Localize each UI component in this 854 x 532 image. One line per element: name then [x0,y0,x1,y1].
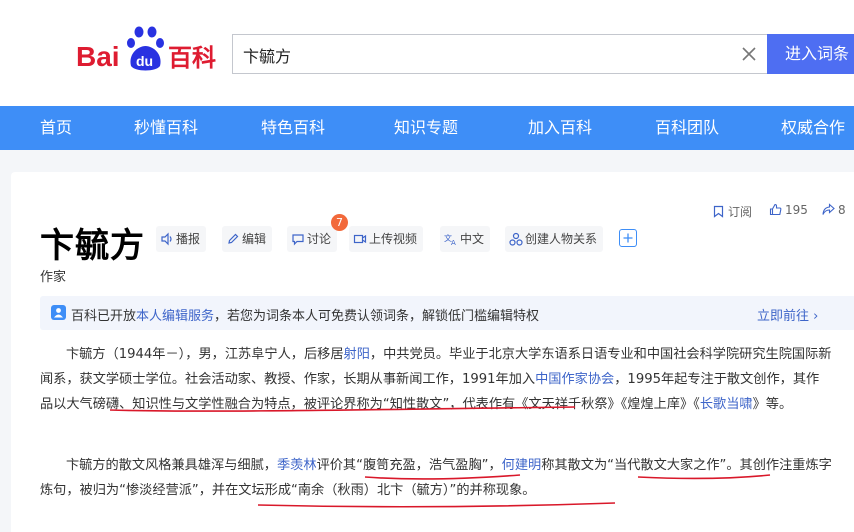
chevron-right-icon: › [809,309,819,324]
nav-item-partners[interactable]: 权威合作 [781,106,845,150]
p2-text-1: 卞毓方的散文风格兼具雄浑与细腻， [66,458,277,473]
self-edit-service-link[interactable]: 本人编辑服务 [136,309,214,324]
notice-bar: 百科已开放本人编辑服务，若您为词条本人可免费认领词条，解锁低门槛编辑特权 立即前… [40,296,854,330]
speaker-icon [161,232,172,246]
clear-icon[interactable] [740,45,758,63]
like-count: 195 [785,203,808,217]
translate-icon-glyph-a: A [451,239,456,246]
entry-subtitle: 作家 [40,270,67,285]
search-box [232,34,768,74]
notice-suffix: ，若您为词条本人可免费认领词条，解锁低门槛编辑特权 [214,309,540,324]
enter-entry-button[interactable]: 进入词条 [767,34,854,74]
nav-item-featured[interactable]: 特色百科 [261,106,325,150]
discuss-label: 讨论 [307,232,332,246]
nav-item-team[interactable]: 百科团队 [655,106,719,150]
broadcast-label: 播报 [176,232,201,246]
nav-item-topics[interactable]: 知识专题 [394,106,458,150]
nav-item-home[interactable]: 首页 [40,106,72,150]
edit-label: 编辑 [242,232,267,246]
subscribe-label: 订阅 [728,205,753,219]
translate-icon: 文A [444,233,456,247]
broadcast-button[interactable]: 播报 [156,226,207,252]
subscribe-button[interactable]: 订阅 [712,203,752,220]
baidu-paw-logo-icon: Bai du 百科 [76,26,216,72]
sheyang-link[interactable]: 射阳 [344,347,370,362]
share-count: 8 [838,203,846,217]
user-badge-icon [51,305,66,320]
share-icon [822,203,835,215]
share-button[interactable]: 8 [822,203,846,217]
baidu-baike-logo[interactable]: Bai du 百科 [76,22,222,76]
create-relation-button[interactable]: 创建人物关系 [505,226,604,252]
upload-video-button[interactable]: 上传视频 [349,226,424,252]
add-button[interactable] [619,229,637,247]
notice-text: 百科已开放本人编辑服务，若您为词条本人可免费认领词条，解锁低门槛编辑特权 [71,305,539,324]
edit-button[interactable]: 编辑 [222,226,273,252]
main-nav: 首页 秒懂百科 特色百科 知识专题 加入百科 百科团队 权威合作 [0,106,854,150]
p1-text-4: 》等。 [752,397,793,412]
discuss-button[interactable]: 讨论 [287,226,338,252]
top-header: Bai du 百科 进入词条 [0,0,854,106]
logo-du-text: du [136,53,153,69]
china-writers-association-link[interactable]: 中国作家协会 [535,372,614,387]
jixianlin-link[interactable]: 季羡林 [277,458,317,473]
notice-prefix: 百科已开放 [71,309,137,324]
like-button[interactable]: 195 [769,203,808,217]
entry-title: 卞毓方 [40,226,145,266]
changgedangxiao-link[interactable]: 长歌当啸 [700,397,753,412]
create-relation-label: 创建人物关系 [525,232,598,246]
plus-icon [623,233,633,243]
go-now-label: 立即前往 [757,309,810,324]
summary-paragraph-1: 卞毓方（1944年－），男，江苏阜宁人，后移居射阳，中共党员。毕业于北京大学东语… [40,342,832,417]
upload-video-label: 上传视频 [369,232,418,246]
comment-icon [292,234,304,246]
nav-item-miaodong[interactable]: 秒懂百科 [134,106,198,150]
search-input[interactable] [243,43,723,67]
logo-bai-text: Bai [76,41,120,72]
p1-text-1: 卞毓方（1944年－），男，江苏阜宁人，后移居 [66,347,344,362]
translate-label: 中文 [460,232,485,246]
p2-text-2: 评价其“腹笥充盈，浩气盈胸”， [316,458,502,473]
go-now-link[interactable]: 立即前往 › [757,305,818,324]
discuss-count-badge: 7 [331,214,348,231]
nav-item-join[interactable]: 加入百科 [528,106,592,150]
video-camera-icon [353,234,367,244]
bookmark-icon [713,205,724,218]
relation-icon [509,232,523,246]
hejianming-link[interactable]: 何建明 [502,458,542,473]
translate-button[interactable]: 文 A 中文 [440,226,491,252]
thumbs-up-icon [769,203,782,216]
logo-baike-text: 百科 [168,44,216,72]
pencil-icon [228,233,239,244]
summary-paragraph-2: 卞毓方的散文风格兼具雄浑与细腻，季羡林评价其“腹笥充盈，浩气盈胸”，何建明称其散… [40,453,832,503]
